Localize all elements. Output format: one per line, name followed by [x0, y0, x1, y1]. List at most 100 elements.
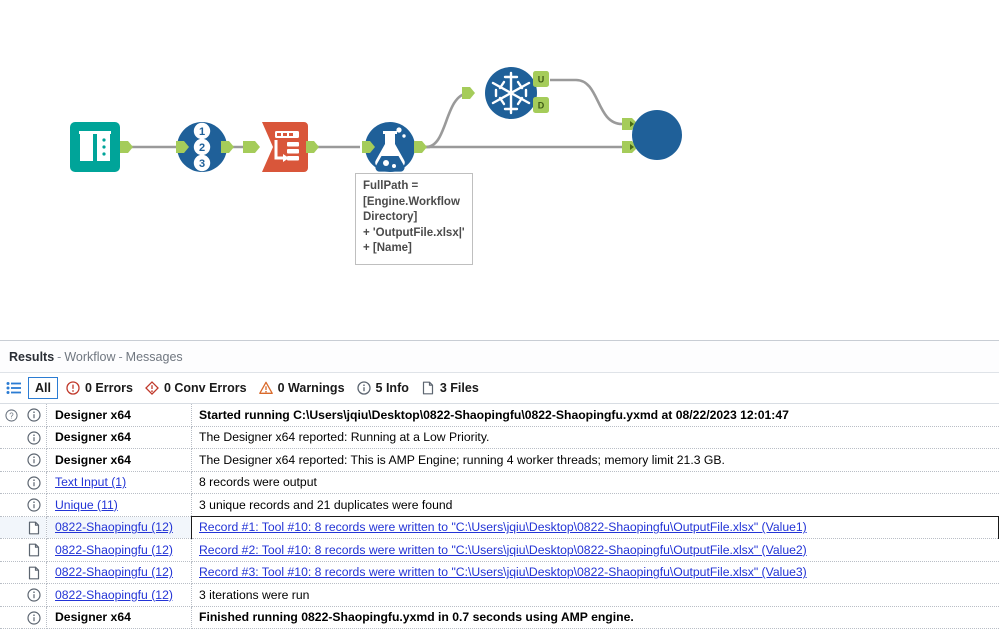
- tool-record-id: 1 2 3: [176, 122, 234, 172]
- table-row[interactable]: Text Input (1) 8 records were output: [0, 471, 999, 494]
- table-row[interactable]: 0822-Shaopingfu (12) Record #2: Tool #10:…: [0, 538, 999, 562]
- row-tool-cell: Designer x64: [46, 404, 192, 427]
- message-text: 8 records were output: [199, 475, 317, 490]
- row-message-cell[interactable]: Record #2: Tool #10: 8 records were writ…: [191, 538, 999, 562]
- row-status-cell: [22, 538, 47, 562]
- message-text: 3 unique records and 21 duplicates were …: [199, 497, 453, 512]
- row-message-cell: 3 unique records and 21 duplicates were …: [191, 493, 999, 517]
- results-panel: Results - Workflow - Messages All 0 Erro…: [0, 340, 999, 630]
- message-text: The Designer x64 reported: This is AMP E…: [199, 452, 725, 467]
- row-help-cell: [0, 516, 22, 539]
- message-text: 3 iterations were run: [199, 587, 310, 602]
- row-message-cell[interactable]: Record #3: Tool #10: 8 records were writ…: [191, 561, 999, 584]
- table-row[interactable]: 0822-Shaopingfu (12) Record #3: Tool #10:…: [0, 561, 999, 584]
- message-text: The Designer x64 reported: Running at a …: [199, 430, 490, 445]
- tool-link[interactable]: Text Input (1): [55, 475, 126, 489]
- filter-files-label: 3 Files: [439, 381, 479, 395]
- tool-label: Designer x64: [55, 452, 131, 467]
- row-help-cell: [0, 426, 22, 449]
- filter-warnings[interactable]: 0 Warnings: [254, 376, 352, 400]
- formula-annotation: FullPath = [Engine.Workflow Directory] +…: [355, 173, 473, 265]
- row-help-cell: [0, 606, 22, 629]
- message-link[interactable]: Record #2: Tool #10: 8 records were writ…: [199, 543, 807, 557]
- table-row[interactable]: Designer x64 The Designer x64 reported: R…: [0, 426, 999, 449]
- message-link[interactable]: Record #1: Tool #10: 8 records were writ…: [199, 520, 807, 534]
- row-status-cell: [22, 448, 47, 472]
- breadcrumb-workflow[interactable]: Workflow: [64, 350, 115, 364]
- row-help-cell: [0, 448, 22, 472]
- info-icon: [27, 408, 41, 422]
- message-text: Started running C:\Users\jqiu\Desktop\08…: [199, 407, 789, 422]
- row-message-cell: The Designer x64 reported: Running at a …: [191, 426, 999, 449]
- filter-info[interactable]: 5 Info: [352, 376, 416, 400]
- conv-error-icon: [145, 381, 159, 395]
- row-status-cell: [22, 471, 47, 494]
- breadcrumb-messages[interactable]: Messages: [126, 350, 183, 364]
- list-view-icon[interactable]: [4, 379, 23, 398]
- table-row[interactable]: Designer x64 Finished running 0822-Shaopi…: [0, 606, 999, 629]
- row-help-cell: [0, 583, 22, 607]
- row-tool-cell[interactable]: 0822-Shaopingfu (12): [46, 561, 192, 584]
- error-icon: [66, 381, 80, 395]
- filter-all[interactable]: All: [28, 377, 58, 399]
- row-status-cell: [22, 493, 47, 517]
- tool-link[interactable]: 0822-Shaopingfu (12): [55, 565, 173, 579]
- anchor-label-d: D: [538, 101, 545, 111]
- svg-text:3: 3: [199, 158, 205, 170]
- message-text: Finished running 0822-Shaopingfu.yxmd in…: [199, 610, 634, 625]
- svg-text:?: ?: [9, 412, 14, 421]
- info-icon: [27, 453, 41, 467]
- filter-conv-errors[interactable]: 0 Conv Errors: [140, 376, 254, 400]
- filter-errors-label: 0 Errors: [84, 381, 133, 395]
- row-tool-cell[interactable]: 0822-Shaopingfu (12): [46, 516, 192, 539]
- row-tool-cell[interactable]: 0822-Shaopingfu (12): [46, 538, 192, 562]
- filter-conv-errors-label: 0 Conv Errors: [163, 381, 247, 395]
- tool-multi-field-formula: [362, 122, 427, 172]
- row-tool-cell: Designer x64: [46, 606, 192, 629]
- tool-formula: [247, 122, 319, 172]
- message-link[interactable]: Record #3: Tool #10: 8 records were writ…: [199, 565, 807, 579]
- tool-label: Designer x64: [55, 610, 131, 625]
- row-tool-cell: Designer x64: [46, 448, 192, 472]
- tool-link[interactable]: 0822-Shaopingfu (12): [55, 588, 173, 602]
- row-status-cell: [22, 606, 47, 629]
- info-icon: [27, 431, 41, 445]
- row-message-cell: 8 records were output: [191, 471, 999, 494]
- row-status-cell: [22, 404, 47, 427]
- svg-text:1: 1: [199, 126, 205, 138]
- row-help-cell: [0, 561, 22, 584]
- results-title: Results: [9, 349, 55, 364]
- table-row[interactable]: 0822-Shaopingfu (12) Record #1: Tool #10:…: [0, 515, 999, 539]
- filter-files[interactable]: 3 Files: [416, 376, 486, 400]
- workflow-canvas[interactable]: .conn{stroke:#9a9a9a;stroke-width:2.6;fi…: [0, 0, 999, 340]
- results-filter-bar: All 0 Errors 0 Conv Errors 0 Warnings 5 …: [0, 373, 999, 404]
- tool-link[interactable]: 0822-Shaopingfu (12): [55, 543, 173, 557]
- row-tool-cell[interactable]: Text Input (1): [46, 471, 192, 494]
- row-help-cell[interactable]: ?: [0, 404, 22, 427]
- table-row[interactable]: Unique (11) 3 unique records and 21 dupli…: [0, 493, 999, 517]
- table-row[interactable]: Designer x64 The Designer x64 reported: T…: [0, 448, 999, 472]
- row-message-cell: Finished running 0822-Shaopingfu.yxmd in…: [191, 606, 999, 629]
- row-status-cell: [22, 561, 47, 584]
- tool-link[interactable]: 0822-Shaopingfu (12): [55, 520, 173, 534]
- file-icon: [421, 381, 435, 395]
- table-row[interactable]: 0822-Shaopingfu (12) 3 iterations were ru…: [0, 583, 999, 607]
- table-row[interactable]: ? Designer x64 Started running C:\Users\jq…: [0, 404, 999, 427]
- workflow-graph: .conn{stroke:#9a9a9a;stroke-width:2.6;fi…: [70, 67, 682, 172]
- svg-text:2: 2: [199, 142, 205, 154]
- filter-info-label: 5 Info: [375, 381, 409, 395]
- info-icon: [27, 611, 41, 625]
- info-icon: [27, 498, 41, 512]
- row-message-cell[interactable]: Record #1: Tool #10: 8 records were writ…: [191, 515, 999, 539]
- row-tool-cell[interactable]: 0822-Shaopingfu (12): [46, 583, 192, 607]
- row-help-cell: [0, 538, 22, 562]
- breadcrumb-sep-2: -: [118, 349, 123, 364]
- tool-link[interactable]: Unique (11): [55, 498, 118, 512]
- tool-label: Designer x64: [55, 407, 131, 422]
- filter-all-label: All: [35, 381, 51, 395]
- filter-errors[interactable]: 0 Errors: [61, 376, 140, 400]
- tool-label: Designer x64: [55, 430, 131, 445]
- help-icon[interactable]: ?: [4, 409, 18, 422]
- row-tool-cell[interactable]: Unique (11): [46, 493, 192, 517]
- row-help-cell: [0, 493, 22, 517]
